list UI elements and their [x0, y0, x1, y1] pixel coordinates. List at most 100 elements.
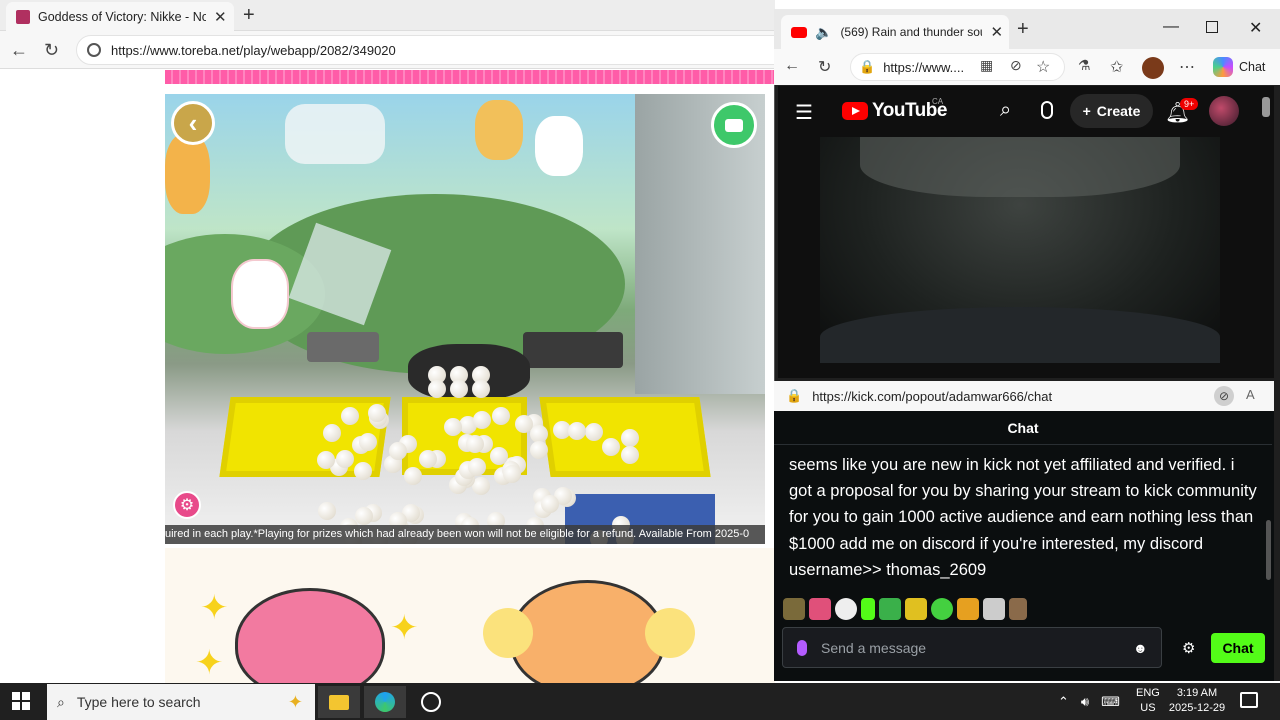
emote-icon[interactable]: [957, 598, 979, 620]
left-url-field[interactable]: https://www.toreba.net/play/webapp/2082/…: [76, 35, 776, 65]
site-info-icon[interactable]: [87, 43, 101, 57]
windows-start-icon[interactable]: [12, 692, 30, 710]
copilot-icon: [1213, 57, 1233, 77]
prize-ball: [450, 380, 468, 398]
back-chevron-icon[interactable]: ‹: [171, 101, 215, 145]
emote-icon[interactable]: [983, 598, 1005, 620]
microphone-icon[interactable]: [1041, 101, 1053, 119]
close-window-icon[interactable]: ✕: [1249, 18, 1262, 38]
minimize-icon[interactable]: —: [1163, 18, 1179, 36]
hide-icon[interactable]: ⊘: [1214, 386, 1234, 406]
chat-input[interactable]: Send a message: [782, 627, 1162, 668]
clock[interactable]: 3:19 AM 2025-12-29: [1168, 686, 1226, 716]
search-icon[interactable]: ⌕: [1000, 99, 1011, 122]
reload-icon[interactable]: ↻: [818, 57, 831, 77]
left-browser-tab[interactable]: Goddess of Victory: Nikke - Noodle ✕: [6, 2, 234, 31]
camera-switch-button[interactable]: [711, 102, 757, 148]
emote-icon[interactable]: [1009, 598, 1027, 620]
extensions-icon[interactable]: ⚗: [1078, 57, 1091, 74]
hamburger-menu-icon[interactable]: ☰: [795, 100, 813, 125]
prize-ball: [355, 507, 374, 526]
chevron-up-icon[interactable]: ⌃: [1058, 694, 1069, 710]
close-tab-icon[interactable]: ✕: [214, 8, 227, 26]
microphone-icon[interactable]: [797, 639, 807, 656]
prize-ball: [317, 502, 336, 521]
favorites-icon[interactable]: ✩: [1110, 57, 1123, 77]
right-url-field[interactable]: 🔒 https://www....: [850, 53, 1065, 81]
copilot-chat-button[interactable]: Chat: [1213, 57, 1265, 77]
left-tab-title: Goddess of Victory: Nikke - Noodle: [38, 9, 206, 24]
sunroof-shape: [860, 137, 1180, 197]
more-menu-icon[interactable]: ⋯: [1179, 57, 1195, 77]
star-icon: ✦: [390, 609, 419, 647]
youtube-tab[interactable]: 🔈 (569) Rain and thunder sounds ✕: [781, 15, 1009, 49]
tracking-prevention-icon[interactable]: ⊘: [1010, 57, 1022, 74]
clock-date: 2025-12-29: [1168, 702, 1226, 714]
emote-icon[interactable]: [861, 598, 875, 620]
right-address-bar: ← ↻ 🔒 https://www.... ▦ ⊘ ☆ ⚗ ✩ ⋯: [774, 49, 1280, 85]
speaker-icon[interactable]: 🔈: [815, 24, 832, 41]
read-aloud-icon[interactable]: A: [1246, 387, 1255, 402]
action-center-icon[interactable]: [1240, 692, 1258, 708]
prize-ball: [502, 464, 521, 483]
emote-icon[interactable]: [809, 598, 831, 620]
profile-avatar[interactable]: [1142, 57, 1164, 79]
sparkle-highlight-icon[interactable]: ✦: [288, 692, 303, 713]
edge-browser-icon[interactable]: [364, 686, 406, 718]
youtube-scrollbar[interactable]: [1262, 97, 1270, 117]
emote-icon[interactable]: [783, 598, 805, 620]
obs-recording-icon[interactable]: [410, 686, 452, 718]
prize-ball: [620, 446, 639, 465]
volume-icon[interactable]: 🔊︎: [1081, 694, 1089, 710]
keyboard-icon[interactable]: ⌨: [1101, 694, 1120, 710]
youtube-avatar[interactable]: [1209, 96, 1239, 126]
back-arrow-icon[interactable]: ←: [784, 57, 800, 75]
ball-tray: [408, 344, 530, 400]
notice-ticker: uired in each play.*Playing for prizes w…: [165, 525, 765, 544]
reload-icon[interactable]: ↻: [44, 40, 59, 61]
emote-icon[interactable]: [879, 598, 901, 620]
right-tab-title: (569) Rain and thunder sounds: [840, 25, 982, 39]
chat-input-placeholder: Send a message: [821, 639, 927, 656]
star-icon: ✦: [195, 644, 224, 682]
emoji-picker-icon[interactable]: ☻: [1133, 640, 1148, 656]
emote-icon[interactable]: [835, 598, 857, 620]
lock-icon[interactable]: 🔒: [786, 388, 802, 404]
new-tab-button[interactable]: +: [1017, 18, 1029, 41]
site-info-icon[interactable]: 🔒: [859, 59, 875, 75]
claw-machine-stream[interactable]: [165, 94, 765, 544]
left-url-text: https://www.toreba.net/play/webapp/2082/…: [111, 42, 396, 58]
kick-chat-title: Chat: [1007, 420, 1039, 436]
back-arrow-icon[interactable]: ←: [10, 40, 28, 61]
app-view-icon[interactable]: ▦: [980, 57, 993, 74]
favorite-star-icon[interactable]: ☆: [1036, 57, 1050, 77]
settings-gear-icon[interactable]: ⚙: [173, 491, 201, 519]
maximize-icon[interactable]: [1206, 21, 1218, 33]
chat-scrollbar[interactable]: [1266, 520, 1271, 580]
prize-ball: [465, 434, 484, 453]
video-player[interactable]: [820, 137, 1220, 363]
prize-ball: [514, 415, 533, 434]
prize-ball: [358, 433, 377, 452]
prize-ball: [530, 424, 549, 443]
send-chat-button[interactable]: Chat: [1211, 633, 1265, 663]
prize-ball: [620, 428, 639, 447]
copilot-label: Chat: [1239, 60, 1266, 74]
emote-icon[interactable]: [905, 598, 927, 620]
emote-icon[interactable]: [931, 598, 953, 620]
language-indicator[interactable]: ENG US: [1136, 686, 1160, 716]
close-tab-icon[interactable]: ✕: [990, 23, 1003, 41]
create-button[interactable]: + Create: [1070, 94, 1153, 128]
taskbar-search[interactable]: ⌕ Type here to search ✦: [47, 684, 315, 720]
region-code: CA: [932, 97, 944, 106]
file-explorer-icon[interactable]: [318, 686, 360, 718]
pocket: [523, 332, 623, 368]
right-url-text: https://www....: [883, 59, 965, 75]
new-tab-button[interactable]: +: [243, 4, 255, 27]
prize-ball: [418, 450, 437, 469]
toreba-favicon-icon: [16, 9, 30, 24]
kick-address-bar: 🔒 https://kick.com/popout/adamwar666/cha…: [774, 381, 1274, 411]
cat-sticker: [231, 259, 289, 329]
lang-bottom: US: [1140, 702, 1156, 714]
chat-settings-gear-icon[interactable]: ⚙: [1182, 639, 1195, 657]
